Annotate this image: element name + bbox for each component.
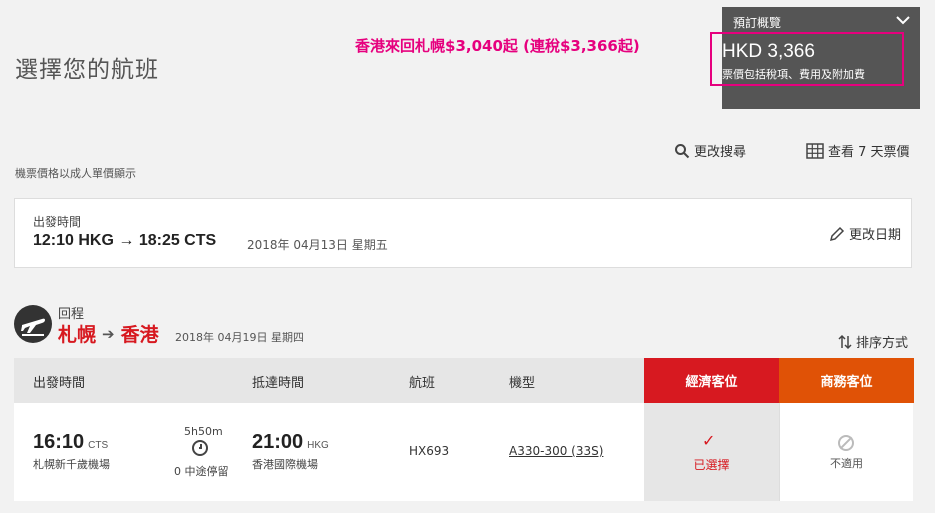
arrival-code: HKG [307,440,329,451]
return-route: 札幌 ➔ 香港 [58,320,159,347]
checkmark-icon: ✓ [702,431,716,450]
outbound-date: 2018年 04月13日 星期五 [247,238,388,252]
flight-number: HX693 [409,444,450,458]
arrow-right-icon: ➔ [102,324,115,343]
view-7-days-link[interactable]: 查看 7 天票價 [806,141,910,160]
change-date-label: 更改日期 [848,228,901,243]
sort-label: 排序方式 [856,336,909,351]
price-highlight-box: HKD 3,366 票價包括稅項、費用及附加費 [710,32,904,86]
clock-icon [192,440,208,456]
promo-annotation: 香港來回札幌$3,040起 (連稅$3,366起) [355,37,640,55]
outbound-route: 12:10 HKG → 18:25 CTS [33,232,217,249]
page-title: 選擇您的航班 [15,57,159,83]
sort-link[interactable]: 排序方式 [838,332,908,351]
header-depart: 出發時間 [33,376,86,391]
price-note: 票價包括稅項、費用及附加費 [722,68,865,81]
total-price: HKD 3,366 [722,41,815,62]
sort-icon [838,334,852,349]
header-flight: 航班 [409,376,436,391]
change-date-link[interactable]: 更改日期 [829,224,901,243]
departure-time: 16:10 CTS [33,431,108,454]
stops-count: 0 中途停留 [174,465,229,478]
departure-airport: 札幌新千歲機場 [33,458,110,471]
header-economy: 經濟客位 [644,358,779,403]
arrival-time-value: 21:00 [252,431,304,453]
header-business: 商務客位 [779,358,914,403]
business-status: 不適用 [830,457,863,470]
view-7-days-label: 查看 7 天票價 [828,145,910,160]
return-date: 2018年 04月19日 星期四 [175,331,304,344]
header-arrive: 抵達時間 [252,376,305,391]
flight-table-header: 出發時間 抵達時間 航班 機型 經濟客位 商務客位 [14,358,914,403]
calendar-grid-icon [806,142,824,159]
plane-icon [14,305,52,343]
search-icon [675,143,690,158]
aircraft-link[interactable]: A330-300 (33S) [509,444,603,458]
modify-search-link[interactable]: 更改搜尋 [674,141,746,160]
economy-status: 已選擇 [693,458,730,472]
flight-duration: 5h50m [184,425,223,438]
booking-summary-panel[interactable]: 預訂概覽 HKD 3,366 票價包括稅項、費用及附加費 [710,7,920,109]
chevron-down-icon[interactable] [896,15,910,25]
outbound-flight-card: 出發時間 12:10 HKG → 18:25 CTS 2018年 04月13日 … [14,198,912,268]
economy-fare-cell[interactable]: ✓ 已選擇 [644,403,779,501]
header-aircraft: 機型 [509,376,536,391]
outbound-label: 出發時間 [33,215,82,229]
flight-row: 16:10 CTS 札幌新千歲機場 5h50m 0 中途停留 21:00 HKG 香… [14,403,913,501]
price-display-note: 機票價格以成人單價顯示 [15,167,136,180]
modify-search-label: 更改搜尋 [694,145,747,160]
pencil-icon [829,226,845,241]
arrival-airport: 香港國際機場 [252,458,318,471]
not-available-icon [838,435,854,451]
summary-label: 預訂概覽 [733,16,782,30]
departure-code: CTS [88,440,109,451]
departure-time-value: 16:10 [33,431,85,453]
return-destination: 香港 [120,324,159,346]
business-fare-cell: 不適用 [779,403,913,501]
return-origin: 札幌 [58,324,97,346]
arrival-time: 21:00 HKG [252,431,329,454]
